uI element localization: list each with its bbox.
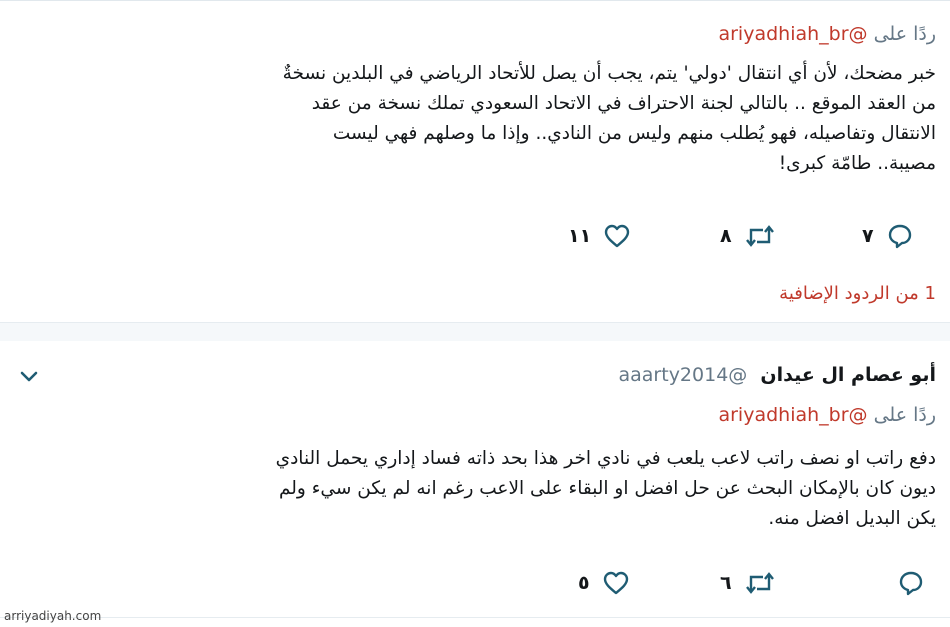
tweet-text: خبر مضحك، لأن أي انتقال 'دولي' يتم، يجب … [18, 59, 936, 179]
retweet-icon [745, 572, 774, 594]
separator [0, 322, 950, 342]
like-button[interactable]: ٥ [578, 569, 630, 597]
reply-to-line: ردًا على @ariyadhiah_br [718, 23, 936, 45]
reply-button[interactable]: ٧ [862, 222, 914, 250]
tweet-text-line: دفع راتب او نصف راتب لاعب يلعب في نادي ا… [275, 448, 936, 469]
retweet-count: ٨ [720, 225, 732, 247]
reply-icon [888, 224, 911, 249]
author-name[interactable]: أبو عصام ال عيدان [760, 364, 936, 386]
reply-mention-link[interactable]: @ariyadhiah_br [718, 404, 867, 426]
tweet-text-line: ديون كان بالإمكان البحث عن حل افضل او ال… [278, 478, 936, 499]
more-replies-link[interactable]: 1 من الردود الإضافية [779, 283, 936, 304]
tweet-2-actions: ٦ ٥ [0, 569, 950, 601]
heart-icon [603, 571, 628, 595]
reply-prefix: ردًا على [873, 23, 936, 45]
author-handle[interactable]: @aaarty2014 [619, 364, 748, 386]
tweet-text-line: مصيبة.. طامّة كبرى! [778, 153, 936, 174]
reply-button[interactable] [897, 569, 925, 597]
like-count: ١١ [568, 225, 592, 247]
reply-icon [899, 571, 923, 596]
retweet-count: ٦ [720, 572, 732, 594]
tweet-text-line: خبر مضحك، لأن أي انتقال 'دولي' يتم، يجب … [282, 63, 936, 84]
heart-icon [605, 224, 630, 248]
like-button[interactable]: ١١ [568, 222, 631, 250]
retweet-button[interactable]: ٨ [720, 222, 776, 250]
tweet-text-line: الانتقال وتفاصيله، فهو يُطلب منهم وليس م… [332, 123, 936, 144]
retweet-button[interactable]: ٦ [720, 569, 776, 597]
reply-count: ٧ [862, 225, 874, 247]
retweet-icon [745, 225, 774, 247]
tweet-1: ردًا على @ariyadhiah_br خبر مضحك، لأن أي… [0, 0, 950, 280]
reply-mention-link[interactable]: @ariyadhiah_br [718, 23, 867, 45]
tweet-actions: ٧ ٨ ١١ [0, 222, 950, 254]
reply-to-line: ردًا على @ariyadhiah_br [718, 404, 936, 426]
chevron-down-icon[interactable] [18, 365, 40, 387]
reply-prefix: ردًا على [873, 404, 936, 426]
tweet-header: أبو عصام ال عيدان @aaarty2014 [619, 364, 937, 386]
tweet-text-line: من العقد الموقع .. بالتالي لجنة الاحتراف… [311, 93, 936, 114]
like-count: ٥ [578, 572, 590, 594]
tweet-text-line: يكن البديل افضل منه. [768, 508, 936, 529]
watermark: arriyadiyah.com [4, 609, 102, 623]
tweet-text: دفع راتب او نصف راتب لاعب يلعب في نادي ا… [18, 444, 936, 534]
